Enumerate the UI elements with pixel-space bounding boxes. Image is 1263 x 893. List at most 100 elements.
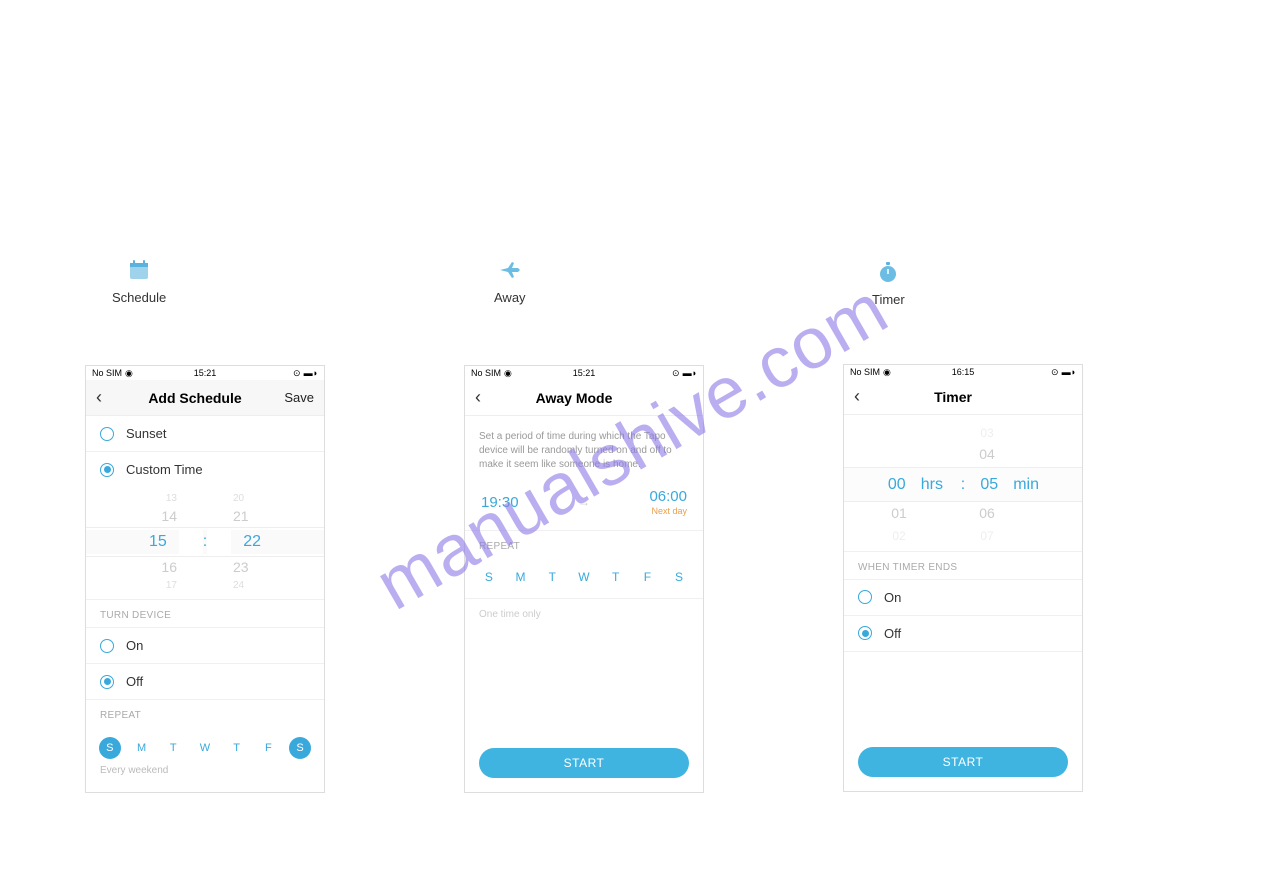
picker-val: 22 [231, 530, 324, 554]
day-wed[interactable]: W [194, 737, 216, 759]
picker-val: 01 [885, 502, 913, 526]
statusbar: No SIM◉ 15:21 ⊙▬◗ [86, 366, 324, 380]
day-mon[interactable]: M [131, 737, 153, 759]
sunset-option[interactable]: Sunset [86, 416, 324, 452]
day-tue[interactable]: T [543, 568, 561, 586]
picker-val: 02 [885, 526, 913, 546]
away-time-range[interactable]: 19:30 → 06:00 Next day [465, 482, 703, 531]
battery-icon: ▬◗ [1062, 367, 1076, 377]
off-option[interactable]: Off [86, 664, 324, 700]
time-picker[interactable]: 13 20 14 21 15:22 16 23 17 24 [86, 487, 324, 600]
repeat-header: REPEAT [86, 700, 324, 727]
back-button[interactable]: ‹ [96, 387, 116, 408]
alarm-icon: ⊙ [672, 368, 680, 379]
no-sim-label: No SIM [92, 368, 122, 378]
custom-time-label: Custom Time [126, 462, 203, 477]
battery-icon: ▬◗ [304, 368, 318, 378]
day-fri[interactable]: F [257, 737, 279, 759]
radio-unselected-icon [100, 427, 114, 441]
page-title: Timer [874, 389, 1032, 405]
on-label: On [884, 590, 901, 605]
radio-selected-icon [858, 626, 872, 640]
custom-time-option[interactable]: Custom Time [86, 452, 324, 487]
repeat-summary: Every weekend [86, 765, 324, 786]
picker-val: 15 [86, 530, 179, 554]
navbar: ‹ Timer [844, 379, 1082, 415]
picker-val: 05 [975, 471, 1003, 498]
clock-label: 16:15 [952, 367, 975, 377]
start-time: 19:30 [481, 494, 519, 511]
clock-label: 15:21 [194, 368, 217, 378]
day-thu[interactable]: T [607, 568, 625, 586]
colon: : [961, 471, 965, 498]
navbar: ‹ Add Schedule Save [86, 380, 324, 416]
wifi-icon: ◉ [125, 368, 133, 379]
day-sun[interactable]: S [480, 568, 498, 586]
picker-val: 21 [233, 506, 249, 527]
battery-icon: ▬◗ [683, 368, 697, 378]
radio-unselected-icon [100, 639, 114, 653]
back-button[interactable]: ‹ [475, 387, 495, 408]
on-label: On [126, 638, 143, 653]
picker-val: 03 [973, 423, 1001, 443]
picker-val: 14 [161, 506, 177, 527]
when-ends-header: WHEN TIMER ENDS [844, 552, 1082, 580]
day-selector: S M T W T F S [86, 727, 324, 765]
start-button[interactable]: START [479, 748, 689, 778]
on-option[interactable]: On [86, 628, 324, 664]
calendar-icon [127, 258, 151, 282]
timer-icon-group: Timer [872, 260, 905, 307]
page-title: Away Mode [495, 390, 653, 406]
radio-selected-icon [100, 675, 114, 689]
day-sat[interactable]: S [289, 737, 311, 759]
end-time: 06:00 [649, 488, 687, 505]
repeat-header: REPEAT [465, 531, 703, 558]
arrow-icon: → [578, 495, 590, 509]
phone-timer: No SIM◉ 16:15 ⊙▬◗ ‹ Timer 03 04 00 hrs :… [843, 364, 1083, 792]
start-button[interactable]: START [858, 747, 1068, 777]
picker-val: 20 [233, 491, 244, 506]
day-mon[interactable]: M [512, 568, 530, 586]
duration-picker[interactable]: 03 04 00 hrs : 05 min 01 06 02 07 [844, 415, 1082, 551]
radio-selected-icon [100, 463, 114, 477]
sunset-label: Sunset [126, 426, 166, 441]
page-title: Add Schedule [116, 390, 274, 406]
hrs-label: hrs [921, 471, 951, 498]
picker-val: 06 [973, 502, 1001, 526]
day-wed[interactable]: W [575, 568, 593, 586]
day-sat[interactable]: S [670, 568, 688, 586]
off-label: Off [126, 674, 143, 689]
no-sim-label: No SIM [471, 368, 501, 378]
picker-val: 24 [233, 578, 244, 593]
no-sim-label: No SIM [850, 367, 880, 377]
picker-val: 04 [973, 443, 1001, 467]
schedule-icon-group: Schedule [112, 258, 166, 305]
clock-label: 15:21 [573, 368, 596, 378]
alarm-icon: ⊙ [293, 368, 301, 379]
min-label: min [1013, 471, 1043, 498]
off-option[interactable]: Off [844, 616, 1082, 652]
schedule-label: Schedule [112, 290, 166, 305]
save-button[interactable]: Save [274, 390, 314, 405]
phone-away: No SIM◉ 15:21 ⊙▬◗ ‹ Away Mode Set a peri… [464, 365, 704, 793]
day-thu[interactable]: T [226, 737, 248, 759]
picker-val: 13 [166, 491, 177, 506]
alarm-icon: ⊙ [1051, 367, 1059, 378]
on-option[interactable]: On [844, 580, 1082, 616]
wifi-icon: ◉ [504, 368, 512, 379]
wifi-icon: ◉ [883, 367, 891, 378]
picker-val: 17 [166, 578, 177, 593]
day-tue[interactable]: T [162, 737, 184, 759]
statusbar: No SIM◉ 15:21 ⊙▬◗ [465, 366, 703, 380]
day-sun[interactable]: S [99, 737, 121, 759]
picker-val: 00 [883, 471, 911, 498]
day-fri[interactable]: F [638, 568, 656, 586]
day-selector: S M T W T F S [465, 558, 703, 599]
turn-device-header: TURN DEVICE [86, 600, 324, 628]
picker-val: 16 [161, 557, 177, 578]
airplane-icon [498, 258, 522, 282]
timer-label: Timer [872, 292, 905, 307]
away-description: Set a period of time during which the Ta… [465, 416, 703, 482]
back-button[interactable]: ‹ [854, 386, 874, 407]
stopwatch-icon [876, 260, 900, 284]
